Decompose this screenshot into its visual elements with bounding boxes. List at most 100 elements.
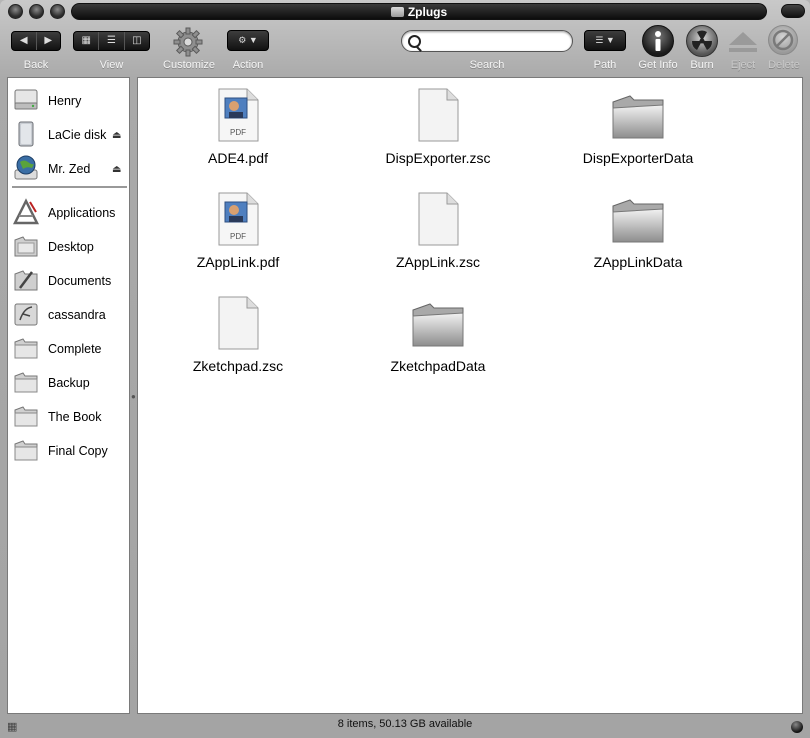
action-gear-icon: ⚙ ▼: [238, 35, 258, 45]
document-icon: [418, 192, 459, 246]
eject-icon[interactable]: ⏏: [112, 164, 121, 175]
prohibited-icon: [772, 29, 794, 51]
file-name: ZAppLink.zsc: [395, 254, 481, 270]
file-name: ADE4.pdf: [208, 150, 268, 166]
external-drive-icon: [18, 121, 34, 147]
delete-label: Delete: [768, 59, 800, 71]
title-bar[interactable]: Zplugs: [0, 0, 810, 24]
sidebar-item-lacie-disk[interactable]: LaCie disk ⏏: [8, 116, 129, 150]
file-item-dispexporter-zsc[interactable]: DispExporter.zsc: [358, 80, 518, 178]
sidebar-item-applications[interactable]: Applications: [8, 194, 129, 228]
sidebar-item-final-copy[interactable]: Final Copy: [8, 432, 129, 466]
file-item-ade4-pdf[interactable]: PDF ADE4.pdf: [158, 80, 318, 178]
file-item-zapplink-pdf[interactable]: PDF ZAppLink.pdf: [158, 184, 318, 282]
pdf-badge: PDF: [230, 232, 246, 241]
sidebar-item-label: Final Copy: [48, 444, 108, 458]
sidebar-item-complete[interactable]: Complete: [8, 330, 129, 364]
info-icon: [655, 31, 661, 51]
home-icon: [14, 303, 38, 326]
applications-icon: [12, 198, 40, 225]
sidebar-item-cassandra[interactable]: cassandra: [8, 296, 129, 330]
delete-button[interactable]: [768, 25, 798, 55]
sidebar-item-label: Backup: [48, 376, 90, 390]
document-icon: [418, 88, 459, 142]
radiation-icon: [691, 30, 713, 50]
gear-icon[interactable]: [172, 26, 204, 58]
search-label: Search: [469, 59, 505, 71]
hard-drive-icon: [14, 89, 38, 110]
file-item-zapplinkdata[interactable]: ZAppLinkData: [558, 184, 718, 282]
window-title-container: Zplugs: [72, 5, 766, 19]
status-text: 8 items, 50.13 GB available: [337, 718, 473, 730]
folder-icon: [14, 406, 38, 427]
back-arrow-icon[interactable]: ◀: [12, 32, 37, 50]
burn-label: Burn: [690, 59, 714, 71]
path-list-icon: ☰ ▼: [595, 35, 615, 45]
back-forward-control[interactable]: ◀ ▶: [11, 31, 61, 51]
file-item-zapplink-zsc[interactable]: ZAppLink.zsc: [358, 184, 518, 282]
network-globe-icon: [14, 155, 38, 180]
sidebar-item-the-book[interactable]: The Book: [8, 398, 129, 432]
sidebar-item-label: Mr. Zed: [48, 162, 91, 176]
action-button[interactable]: ⚙ ▼: [227, 30, 269, 51]
burn-button[interactable]: [686, 25, 718, 57]
folder-icon: [14, 440, 38, 461]
sidebar-item-mr-zed[interactable]: Mr. Zed ⏏: [8, 150, 129, 184]
desktop-icon: [14, 236, 38, 257]
sidebar: Henry LaCie disk ⏏ Mr. Zed ⏏ Application…: [7, 77, 130, 714]
sidebar-item-backup[interactable]: Backup: [8, 364, 129, 398]
zoom-button[interactable]: [50, 4, 65, 19]
search-input[interactable]: [401, 30, 573, 52]
back-label: Back: [23, 59, 49, 71]
sidebar-item-label: Complete: [48, 342, 102, 356]
document-icon: [218, 296, 259, 350]
search-icon: [408, 35, 421, 48]
finder-window: Zplugs ◀ ▶ Back ▦ ☰ ◫ View Customize ⚙ ▼…: [0, 0, 810, 738]
sidebar-splitter[interactable]: ●: [131, 392, 136, 401]
resize-grip-icon[interactable]: [791, 721, 803, 733]
file-name: DispExporterData: [582, 150, 694, 166]
pdf-document-icon: PDF: [218, 192, 259, 246]
minimize-button[interactable]: [29, 4, 44, 19]
eject-icon[interactable]: ⏏: [112, 130, 121, 141]
icon-view-icon[interactable]: ▦: [74, 32, 100, 50]
folder-icon: [412, 303, 464, 347]
pdf-document-icon: PDF: [218, 88, 259, 142]
folder-icon: [14, 372, 38, 393]
file-item-zketchpaddata[interactable]: ZketchpadData: [358, 288, 518, 386]
sidebar-item-documents[interactable]: Documents: [8, 262, 129, 296]
file-browser-icon-view[interactable]: PDF ADE4.pdf DispExporter.zsc DispExport…: [137, 77, 803, 714]
close-button[interactable]: [8, 4, 23, 19]
title-pill: Zplugs: [71, 3, 767, 20]
sidebar-item-label: LaCie disk: [48, 128, 107, 142]
toolbar-toggle-button[interactable]: [781, 4, 805, 18]
sidebar-item-henry[interactable]: Henry: [8, 82, 129, 116]
path-label: Path: [593, 59, 617, 71]
file-name: ZAppLinkData: [593, 254, 683, 270]
documents-icon: [14, 270, 38, 291]
sidebar-item-label: Documents: [48, 274, 112, 288]
window-title: Zplugs: [407, 5, 448, 19]
file-item-dispexporterdata[interactable]: DispExporterData: [558, 80, 718, 178]
sidebar-item-label: Desktop: [48, 240, 94, 254]
file-item-zketchpad-zsc[interactable]: Zketchpad.zsc: [158, 288, 318, 386]
sidebar-item-label: cassandra: [48, 308, 106, 322]
sidebar-item-label: Applications: [48, 206, 116, 220]
folder-icon: [612, 199, 664, 243]
list-view-icon[interactable]: ☰: [99, 32, 125, 50]
action-label: Action: [232, 59, 264, 71]
file-name: Zketchpad.zsc: [192, 358, 284, 374]
view-control[interactable]: ▦ ☰ ◫: [73, 31, 150, 51]
sidebar-divider: [12, 186, 127, 188]
eject-icon[interactable]: [727, 30, 759, 54]
folder-icon: [390, 7, 404, 17]
get-info-label: Get Info: [638, 59, 678, 71]
sidebar-item-label: The Book: [48, 410, 102, 424]
sidebar-item-label: Henry: [48, 94, 82, 108]
get-info-button[interactable]: [642, 25, 674, 57]
column-view-icon[interactable]: ◫: [125, 32, 149, 50]
sidebar-item-desktop[interactable]: Desktop: [8, 228, 129, 262]
path-button[interactable]: ☰ ▼: [584, 30, 626, 51]
file-name: ZAppLink.pdf: [196, 254, 280, 270]
forward-arrow-icon[interactable]: ▶: [37, 32, 61, 50]
